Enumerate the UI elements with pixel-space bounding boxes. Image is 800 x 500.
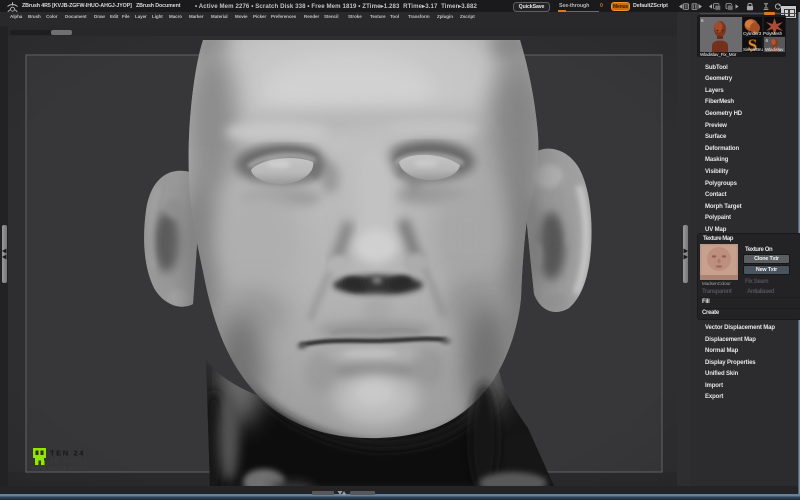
svg-text:3D Antics: 3D Antics [50,459,88,465]
svg-text:TEN 24: TEN 24 [50,449,85,458]
svg-text:www.ten24.info: www.ten24.info [30,466,82,472]
